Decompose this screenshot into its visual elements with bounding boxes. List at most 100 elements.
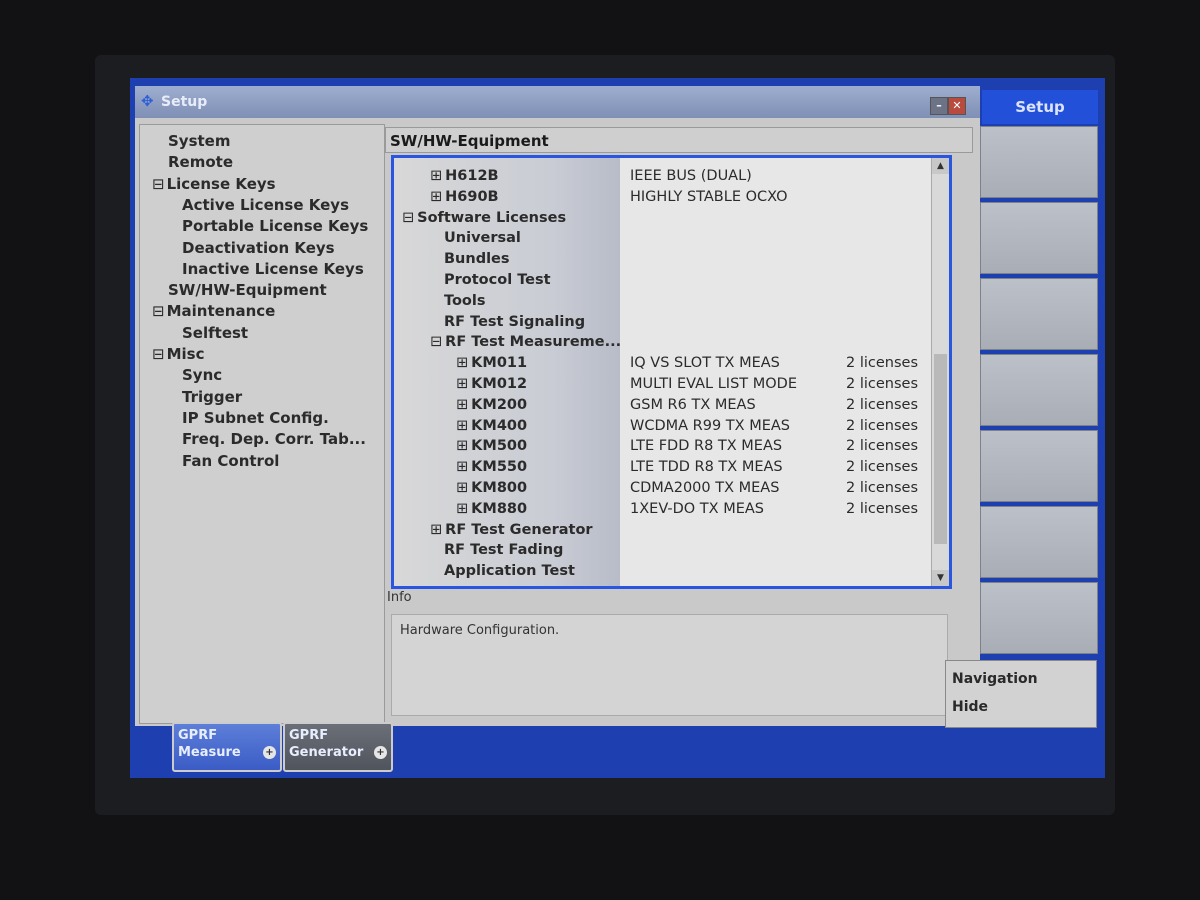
minimize-icon[interactable]: –	[930, 97, 948, 115]
equipment-name: KM550	[471, 459, 528, 476]
equipment-description: 1XEV-DO TX MEAS	[630, 500, 765, 517]
nav-item-label: Misc	[166, 345, 205, 363]
navigation-hide-softkey[interactable]: Navigation Hide	[945, 660, 1097, 728]
collapse-icon[interactable]: ⊟	[402, 210, 414, 226]
expand-icon[interactable]: ⊞	[456, 501, 468, 517]
navigation-label: Navigation	[952, 671, 1038, 687]
equipment-row-name[interactable]: ⊞ KM012	[456, 374, 527, 394]
equipment-description: LTE FDD R8 TX MEAS	[630, 438, 783, 455]
app-icon: ✥	[141, 92, 154, 110]
nav-item[interactable]: Inactive License Keys	[182, 259, 364, 279]
nav-item[interactable]: Active License Keys	[182, 195, 349, 215]
scroll-up-icon[interactable]: ▲	[932, 158, 949, 174]
equipment-name: Application Test	[444, 563, 575, 580]
equipment-description: MULTI EVAL LIST MODE	[630, 376, 797, 392]
equipment-row-name[interactable]: ⊞ KM500	[456, 436, 527, 456]
equipment-list[interactable]: ⊞ H612B ⊞ H690B ⊟ Software Licenses Universal B…	[391, 155, 952, 589]
equipment-description: HIGHLY STABLE OCXO	[630, 188, 788, 205]
equipment-name: RF Test Signaling	[444, 313, 586, 330]
nav-item[interactable]: ⊟ Maintenance	[152, 301, 275, 321]
scroll-thumb[interactable]	[934, 354, 947, 544]
equipment-row-name[interactable]: ⊞ RF Test Generator	[430, 520, 593, 540]
softkey-setup-title[interactable]: Setup	[982, 90, 1098, 124]
softkey-4[interactable]	[980, 354, 1098, 426]
equipment-row-name[interactable]: ⊞ H690B	[430, 187, 499, 207]
equipment-name: H690B	[445, 188, 499, 205]
equipment-name: KM011	[471, 355, 528, 372]
equipment-row-name[interactable]: Application Test	[444, 561, 575, 581]
nav-item[interactable]: Trigger	[182, 387, 242, 407]
softkey-2[interactable]	[980, 202, 1098, 274]
equipment-row-name[interactable]: ⊞ KM200	[456, 395, 527, 415]
nav-item[interactable]: System	[168, 131, 230, 151]
gprf-generator-button[interactable]: GPRF Generator +	[283, 722, 393, 772]
expand-icon[interactable]: ⊞	[456, 397, 468, 413]
collapse-icon[interactable]: ⊟	[152, 345, 165, 363]
softkey-1[interactable]	[980, 126, 1098, 198]
nav-item-label: Fan Control	[182, 451, 280, 470]
task-line2: Measure	[178, 745, 241, 760]
nav-item[interactable]: ⊟ License Keys	[152, 174, 276, 194]
vertical-scrollbar[interactable]: ▲ ▼	[931, 158, 949, 586]
close-icon[interactable]: ✕	[948, 97, 966, 115]
expand-icon[interactable]: ⊞	[456, 459, 468, 475]
softkey-3[interactable]	[980, 278, 1098, 350]
equipment-row-name[interactable]: Protocol Test	[444, 270, 551, 290]
nav-item-label: Sync	[182, 366, 223, 385]
equipment-name: KM200	[471, 396, 528, 413]
expand-icon[interactable]: ⊞	[430, 168, 442, 184]
softkey-7[interactable]	[980, 582, 1098, 654]
equipment-row-name[interactable]: Bundles	[444, 249, 510, 269]
nav-item[interactable]: Deactivation Keys	[182, 238, 335, 258]
nav-item[interactable]: Remote	[168, 152, 233, 172]
equipment-row-name[interactable]: ⊞ KM400	[456, 416, 527, 436]
nav-item[interactable]: ⊟ Misc	[152, 344, 204, 364]
equipment-row-name[interactable]: ⊞ KM880	[456, 499, 527, 519]
expand-icon[interactable]: ⊞	[456, 438, 468, 454]
nav-item[interactable]: Sync	[182, 365, 222, 385]
content-pane: SW/HW-Equipment ⊞ H612B ⊞ H690B ⊟ Software Li…	[385, 124, 977, 722]
equipment-row-name[interactable]: RF Test Signaling	[444, 312, 585, 332]
softkey-5[interactable]	[980, 430, 1098, 502]
nav-item[interactable]: Selftest	[182, 323, 248, 343]
collapse-icon[interactable]: ⊟	[152, 302, 165, 320]
task-line1: GPRF	[178, 728, 218, 743]
equipment-row-name[interactable]: ⊞ KM011	[456, 353, 527, 373]
nav-item[interactable]: SW/HW-Equipment	[168, 280, 327, 300]
equipment-name: KM800	[471, 480, 528, 496]
gprf-measure-button[interactable]: GPRF Measure +	[172, 722, 282, 772]
equipment-name: RF Test Generator	[445, 521, 593, 538]
equipment-row-name[interactable]: Universal	[444, 228, 521, 248]
nav-item[interactable]: IP Subnet Config.	[182, 408, 329, 428]
info-label: Info	[387, 590, 412, 605]
nav-item-label: License Keys	[166, 174, 276, 193]
license-count: 2 licenses	[846, 396, 919, 413]
equipment-row-name[interactable]: RF Test Fading	[444, 540, 563, 560]
expand-icon[interactable]: ⊞	[456, 376, 468, 392]
expand-icon[interactable]: ⊞	[456, 418, 468, 434]
collapse-icon[interactable]: ⊟	[152, 175, 165, 193]
equipment-row-name[interactable]: ⊟ Software Licenses	[402, 208, 566, 228]
nav-item[interactable]: Portable License Keys	[182, 216, 368, 236]
task-line1: GPRF	[289, 728, 329, 743]
expand-icon[interactable]: ⊞	[456, 480, 468, 496]
nav-item-label: Remote	[168, 153, 234, 172]
scroll-down-icon[interactable]: ▼	[932, 570, 949, 586]
equipment-tree-column: ⊞ H612B ⊞ H690B ⊟ Software Licenses Universal B…	[394, 158, 621, 586]
equipment-row-name[interactable]: ⊞ KM550	[456, 457, 527, 477]
nav-item-label: Selftest	[182, 323, 249, 342]
window-title: Setup	[161, 94, 208, 110]
expand-icon[interactable]: ⊞	[430, 189, 442, 205]
collapse-icon[interactable]: ⊟	[430, 334, 442, 350]
equipment-row-name[interactable]: ⊟ RF Test Measureme...	[430, 332, 621, 352]
equipment-row-name[interactable]: ⊞ KM800	[456, 478, 527, 498]
equipment-row-name[interactable]: ⊞ H612B	[430, 166, 499, 186]
nav-item[interactable]: Fan Control	[182, 451, 279, 471]
license-count: 2 licenses	[846, 438, 919, 455]
license-count: 2 licenses	[846, 459, 919, 476]
equipment-row-name[interactable]: Tools	[444, 291, 486, 311]
expand-icon[interactable]: ⊞	[456, 355, 468, 371]
nav-item[interactable]: Freq. Dep. Corr. Tab...	[182, 429, 366, 449]
softkey-6[interactable]	[980, 506, 1098, 578]
expand-icon[interactable]: ⊞	[430, 522, 442, 538]
